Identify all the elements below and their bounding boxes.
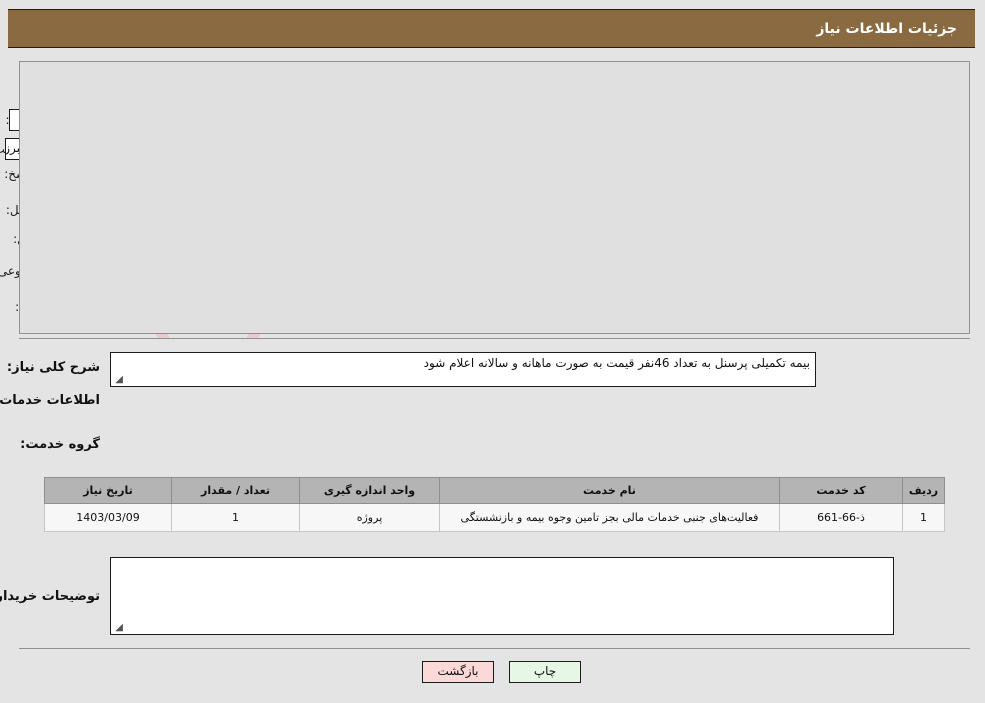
service-group-label: گروه خدمت: <box>21 437 101 452</box>
description-label: شرح کلی نیاز: <box>7 360 101 375</box>
th-service-code: کد خدمت <box>780 477 904 504</box>
need-summary-panel <box>20 61 971 334</box>
cell-row-no: 1 <box>903 503 946 532</box>
buyer-notes-text: ◢ <box>111 557 895 635</box>
cell-need-date: 1403/03/09 <box>45 503 173 532</box>
resize-grip-icon: ◢ <box>116 374 124 385</box>
window-titlebar: جزئیات اطلاعات نیاز <box>9 9 976 48</box>
services-table: ردیف کد خدمت نام خدمت واحد اندازه گیری ت… <box>45 477 946 532</box>
print-button[interactable]: چاپ <box>510 661 582 683</box>
th-unit: واحد اندازه گیری <box>300 477 441 504</box>
cell-quantity: 1 <box>172 503 301 532</box>
page-title: جزئیات اطلاعات نیاز <box>817 21 958 37</box>
table-row: 1 ذ-66-661 فعالیت‌های جنبی خدمات مالی بج… <box>45 503 946 532</box>
need-description-text: بیمه تکمیلی پرسنل به تعداد 46نفر قیمت به… <box>111 352 817 387</box>
th-need-date: تاریخ نیاز <box>45 477 173 504</box>
table-header-row: ردیف کد خدمت نام خدمت واحد اندازه گیری ت… <box>45 477 946 504</box>
buyer-notes-label: توضیحات خریدار: <box>0 589 101 604</box>
cell-service-name: فعالیت‌های جنبی خدمات مالی بجز تامین وجو… <box>440 503 781 532</box>
th-service-name: نام خدمت <box>440 477 781 504</box>
cell-unit: پروژه <box>300 503 441 532</box>
cell-service-code: ذ-66-661 <box>780 503 904 532</box>
th-quantity: تعداد / مقدار <box>172 477 301 504</box>
services-section-heading: اطلاعات خدمات مورد نیاز <box>0 393 101 408</box>
back-button[interactable]: بازگشت <box>423 661 495 683</box>
resize-grip-icon-notes: ◢ <box>116 622 124 633</box>
th-row-no: ردیف <box>903 477 946 504</box>
need-description-value: بیمه تکمیلی پرسنل به تعداد 46نفر قیمت به… <box>424 356 811 370</box>
